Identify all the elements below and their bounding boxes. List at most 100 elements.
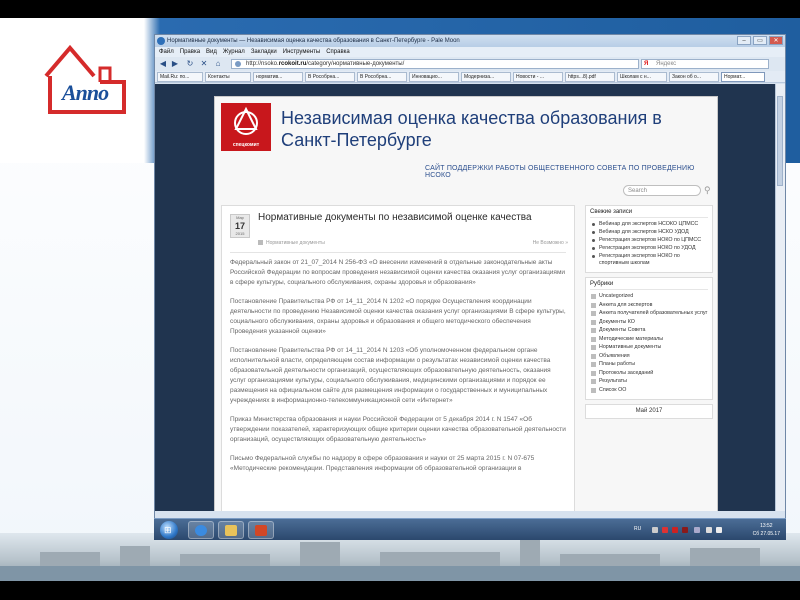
- forward-icon[interactable]: ▶: [170, 59, 180, 69]
- tab-innovation[interactable]: Инновацио...: [409, 72, 459, 82]
- categories-widget: Рубрики Uncategorized Анкета для эксперт…: [585, 277, 713, 400]
- tab-rosobrnadzor-1[interactable]: В Рособрна...: [305, 72, 355, 82]
- post-category-link[interactable]: Нормативные документы: [258, 240, 325, 246]
- menu-tools[interactable]: Инструменты: [283, 47, 320, 57]
- paragraph-decree-1202[interactable]: Постановление Правительства РФ от 14_11_…: [230, 297, 566, 337]
- category-link[interactable]: Uncategorized: [590, 293, 708, 300]
- tab-bar: Mail.Ru: по... Контакты норматив... В Ро…: [155, 71, 785, 83]
- url-prefix: http://nsoko.: [246, 61, 279, 67]
- folder-icon: [225, 525, 237, 536]
- clock-date: Сб 27.05.17: [752, 531, 780, 537]
- taskbar-explorer-button[interactable]: [218, 521, 244, 539]
- taskbar-ie-button[interactable]: [188, 521, 214, 539]
- browser-window: Нормативные документы — Независимая оцен…: [154, 34, 786, 520]
- tab-news[interactable]: Новости - ...: [513, 72, 563, 82]
- start-button[interactable]: ⊞: [160, 521, 178, 539]
- site-logo-caption: спецкомит: [232, 142, 260, 148]
- tab-modernization[interactable]: Модерниза...: [461, 72, 511, 82]
- tray-app-icon[interactable]: [682, 527, 688, 533]
- calendar-title: Май 2017: [635, 408, 663, 414]
- vertical-scrollbar[interactable]: [775, 84, 785, 511]
- category-link[interactable]: Нормативные документы: [590, 344, 708, 351]
- stop-icon[interactable]: ✕: [199, 59, 209, 69]
- appo-logo-text: Аппо: [62, 80, 109, 105]
- back-icon[interactable]: ◀: [158, 59, 168, 69]
- tray-app-icon[interactable]: [652, 527, 658, 533]
- menu-help[interactable]: Справка: [326, 47, 350, 57]
- tab-schools[interactable]: Школам с н...: [617, 72, 667, 82]
- search-icon[interactable]: ⚲: [704, 185, 711, 196]
- category-link[interactable]: Планы работы: [590, 361, 708, 368]
- menu-file[interactable]: Файл: [159, 47, 174, 57]
- tab-pdf[interactable]: https...8).pdf: [565, 72, 615, 82]
- category-link[interactable]: Документы КО: [590, 319, 708, 326]
- close-button[interactable]: ✕: [769, 36, 783, 45]
- minimize-button[interactable]: –: [737, 36, 751, 45]
- recent-post-link[interactable]: Регистрация экспертов НОКО по УДОД: [590, 245, 708, 252]
- tab-normative[interactable]: норматив...: [253, 72, 303, 82]
- menu-history[interactable]: Журнал: [223, 47, 245, 57]
- maximize-button[interactable]: ▭: [753, 36, 767, 45]
- volume-icon[interactable]: [716, 527, 722, 533]
- menu-view[interactable]: Вид: [206, 47, 217, 57]
- post-comments-link[interactable]: Не Возможно »: [533, 240, 568, 246]
- yandex-icon: Я: [644, 61, 649, 67]
- category-link[interactable]: Анкета для экспертов: [590, 302, 708, 309]
- site-title[interactable]: Независимая оценка качества образования …: [281, 107, 701, 151]
- title-bar: Нормативные документы — Независимая оцен…: [155, 35, 785, 47]
- triquetra-icon: [234, 106, 258, 135]
- navigation-toolbar: ◀ ▶ ↻ ✕ ⌂ http://nsoko.rcokoit.ru/catego…: [155, 57, 785, 71]
- site-logo[interactable]: спецкомит: [221, 103, 271, 151]
- category-link[interactable]: Методические материалы: [590, 336, 708, 343]
- paragraph-order-1547[interactable]: Приказ Министерства образования и науки …: [230, 415, 566, 445]
- tray-antivirus-icon[interactable]: [662, 527, 668, 533]
- category-link[interactable]: Протоколы заседаний: [590, 370, 708, 377]
- system-tray: RU 13:52 Сб 27.05.17: [622, 521, 782, 539]
- paragraph-law-256[interactable]: Федеральный закон от 21_07_2014 N 256-ФЗ…: [230, 258, 566, 288]
- calendar-widget: Май 2017: [585, 404, 713, 419]
- clock-time: 13:52: [760, 523, 773, 529]
- tray-app-icon[interactable]: [694, 527, 700, 533]
- window-title: Нормативные документы — Независимая оцен…: [167, 38, 460, 44]
- menu-bookmarks[interactable]: Закладки: [251, 47, 277, 57]
- tab-contacts[interactable]: Контакты: [205, 72, 251, 82]
- category-link[interactable]: Результаты: [590, 378, 708, 385]
- site-subtitle: САЙТ ПОДДЕРЖКИ РАБОТЫ ОБЩЕСТВЕННОГО СОВЕ…: [425, 165, 695, 179]
- category-link[interactable]: Объявления: [590, 353, 708, 360]
- menu-edit[interactable]: Правка: [180, 47, 200, 57]
- widget-title-recent: Свежие записи: [590, 209, 708, 218]
- network-icon[interactable]: [706, 527, 712, 533]
- category-link[interactable]: Список ОО: [590, 387, 708, 394]
- paragraph-decree-1203[interactable]: Постановление Правительства РФ от 14_11_…: [230, 346, 566, 406]
- tab-mailru[interactable]: Mail.Ru: по...: [157, 72, 203, 82]
- site-search-input[interactable]: Search: [623, 185, 701, 196]
- windows-logo-icon: ⊞: [164, 525, 172, 535]
- windows-taskbar: ⊞ RU 13:52 Сб 27.05.17: [154, 518, 786, 540]
- home-icon[interactable]: ⌂: [213, 59, 223, 69]
- recent-post-link[interactable]: Вебинар для экспертов НСОКО ЦПМСС: [590, 221, 708, 228]
- url-path: /category/нормативные-документы/: [306, 61, 405, 67]
- scrollbar-thumb[interactable]: [777, 96, 783, 186]
- clock[interactable]: 13:52 Сб 27.05.17: [753, 522, 780, 538]
- recent-posts-widget: Свежие записи Вебинар для экспертов НСОК…: [585, 205, 713, 273]
- recent-post-link[interactable]: Регистрация экспертов НОКО по ЦПМСС: [590, 237, 708, 244]
- category-link[interactable]: Документы Совета: [590, 327, 708, 334]
- taskbar-powerpoint-button[interactable]: [248, 521, 274, 539]
- tab-rosobrnadzor-2[interactable]: В Рособрна...: [357, 72, 407, 82]
- tab-law[interactable]: Закон об о...: [669, 72, 719, 82]
- menu-bar: Файл Правка Вид Журнал Закладки Инструме…: [155, 47, 785, 57]
- recent-post-link[interactable]: Регистрация экспертов НОКО по спортивным…: [590, 253, 708, 267]
- site-identity-icon: [235, 61, 241, 67]
- language-indicator[interactable]: RU: [634, 526, 641, 532]
- tab-active-normative[interactable]: Нормат...: [721, 72, 765, 82]
- browser-search-input[interactable]: Я Яндекс: [641, 59, 769, 69]
- recent-post-link[interactable]: Вебинар для экспертов НСКО УДОД: [590, 229, 708, 236]
- post-title[interactable]: Нормативные документы по независимой оце…: [258, 212, 558, 224]
- address-bar[interactable]: http://nsoko.rcokoit.ru/category/нормати…: [231, 59, 639, 69]
- paragraph-letter-07-675[interactable]: Письмо Федеральной службы по надзору в с…: [230, 454, 566, 474]
- powerpoint-icon: [255, 525, 267, 536]
- tray-app-icon[interactable]: [672, 527, 678, 533]
- category-link[interactable]: Анкета получателей образовательных услуг: [590, 310, 708, 317]
- date-badge: Мар 17 2015: [230, 214, 250, 238]
- reload-icon[interactable]: ↻: [185, 59, 195, 69]
